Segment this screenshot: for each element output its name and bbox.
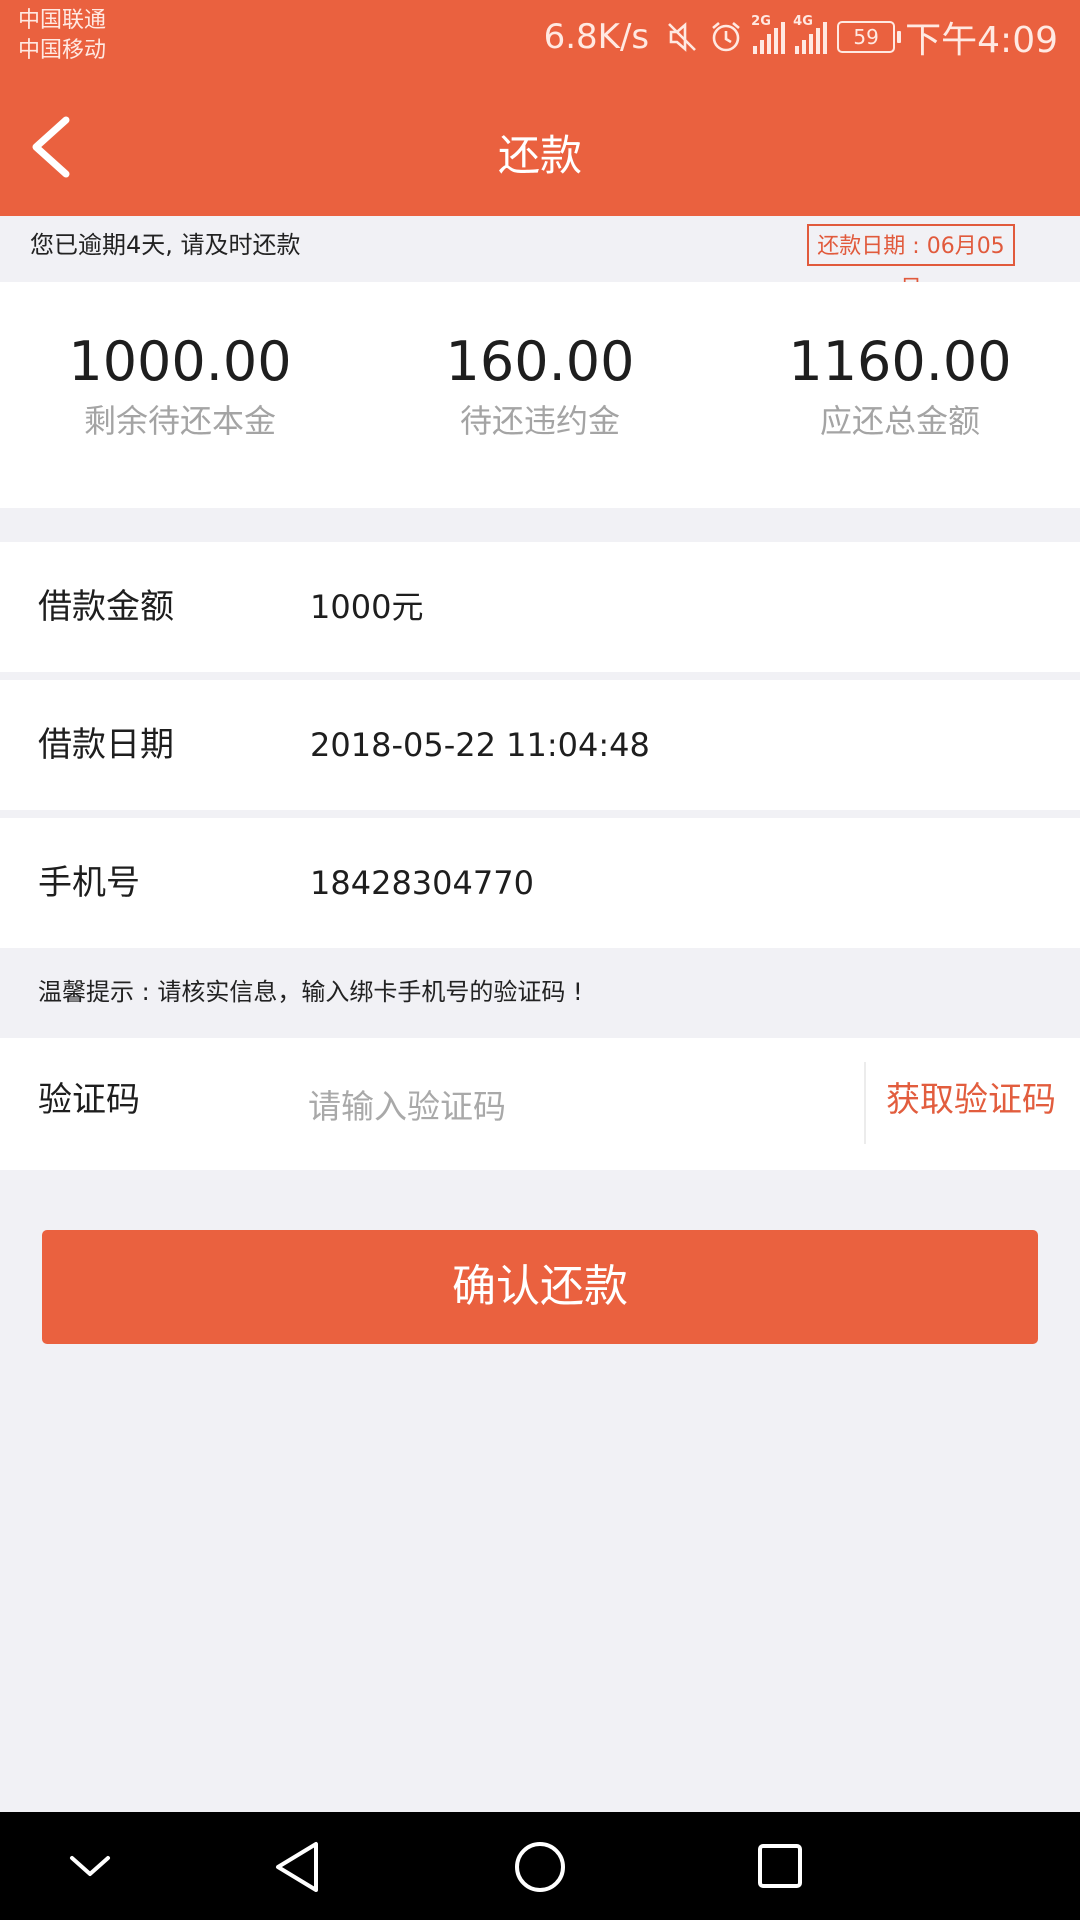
back-triangle-icon <box>276 1842 318 1892</box>
signal-2g-icon: 2G <box>751 14 786 54</box>
hide-nav-button[interactable] <box>50 1832 130 1902</box>
status-bar: 中国联通 中国移动 6.8K/s 2G 4G 59 下午4:09 <box>0 0 1080 74</box>
total-value: 1160.00 <box>788 330 1012 393</box>
nav-home-button[interactable] <box>500 1832 580 1902</box>
alarm-icon <box>712 22 740 52</box>
principal-label: 剩余待还本金 <box>83 402 276 440</box>
loan-amount-value: 1000元 <box>310 588 424 626</box>
status-icons: 6.8K/s 2G 4G 59 下午4:09 <box>543 14 1058 61</box>
loan-amount-row: 借款金额 1000元 <box>0 542 1080 672</box>
home-circle-icon <box>515 1842 565 1892</box>
page-title: 还款 <box>497 131 582 180</box>
verify-code-label: 验证码 <box>38 1080 140 1120</box>
chevron-down-icon <box>70 1856 110 1876</box>
overdue-notice: 您已逾期4天, 请及时还款 <box>30 231 301 259</box>
mute-icon <box>668 22 697 52</box>
signal-4g-icon: 4G <box>793 14 828 54</box>
phone-value: 18428304770 <box>310 864 534 902</box>
verify-code-row: 验证码 获取验证码 <box>0 1038 1080 1170</box>
summary-total: 1160.00 应还总金额 <box>720 327 1080 443</box>
get-code-button[interactable]: 获取验证码 <box>886 1038 1056 1163</box>
penalty-value: 160.00 <box>445 330 635 393</box>
loan-amount-label: 借款金额 <box>38 587 174 627</box>
principal-value: 1000.00 <box>68 330 292 393</box>
verify-code-input[interactable] <box>308 1078 848 1134</box>
carrier-1: 中国联通 <box>18 8 107 33</box>
net-speed: 6.8K/s <box>543 17 650 57</box>
penalty-label: 待还违约金 <box>459 402 620 440</box>
system-nav-bar <box>0 1812 1080 1920</box>
loan-date-label: 借款日期 <box>38 725 174 765</box>
phone-label: 手机号 <box>38 863 140 903</box>
nav-recents-button[interactable] <box>740 1832 820 1902</box>
loan-date-value: 2018-05-22 11:04:48 <box>310 726 650 764</box>
nav-back-button[interactable] <box>258 1832 338 1902</box>
summary-principal: 1000.00 剩余待还本金 <box>0 327 360 443</box>
carrier-2: 中国移动 <box>18 38 107 63</box>
app-header: 还款 <box>0 74 1080 216</box>
amount-summary: 1000.00 剩余待还本金 160.00 待还违约金 1160.00 应还总金… <box>0 282 1080 508</box>
phone-row: 手机号 18428304770 <box>0 818 1080 948</box>
summary-penalty: 160.00 待还违约金 <box>360 327 720 443</box>
clock: 下午4:09 <box>905 20 1058 61</box>
total-label: 应还总金额 <box>819 402 980 440</box>
recents-square-icon <box>758 1844 802 1888</box>
battery-icon: 59 <box>837 21 902 53</box>
loan-date-row: 借款日期 2018-05-22 11:04:48 <box>0 680 1080 810</box>
carrier-names: 中国联通 中国移动 <box>18 6 106 66</box>
due-date-badge: 还款日期 : 06月05日 <box>807 224 1015 301</box>
divider <box>864 1062 866 1144</box>
verification-tip: 温馨提示 : 请核实信息，输入绑卡手机号的验证码 ! <box>38 978 583 1006</box>
confirm-repay-button[interactable]: 确认还款 <box>42 1230 1038 1344</box>
